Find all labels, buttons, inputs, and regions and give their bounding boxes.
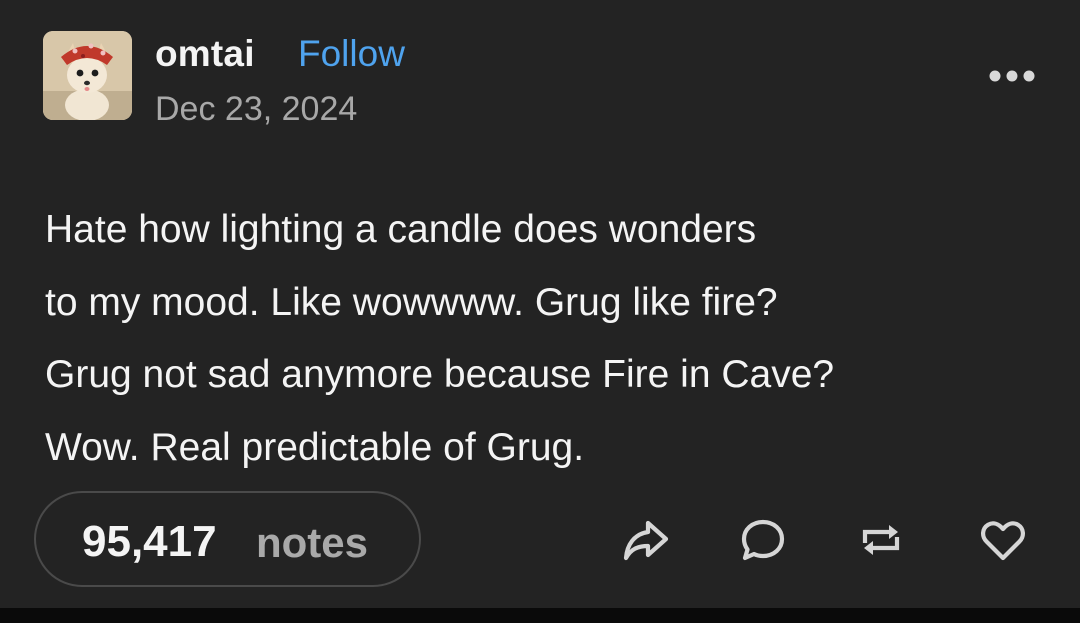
post-author-username[interactable]: omtai bbox=[155, 33, 255, 75]
reblog-button[interactable] bbox=[855, 514, 907, 566]
reblog-icon bbox=[862, 525, 900, 555]
more-options-button[interactable] bbox=[986, 62, 1038, 90]
notes-count: 95,417 bbox=[82, 517, 217, 566]
reply-button[interactable] bbox=[737, 514, 789, 566]
post-text-line: Grug not sad anymore because Fire in Cav… bbox=[45, 353, 835, 396]
post-text-line: Hate how lighting a candle does wonders bbox=[45, 208, 757, 251]
share-button[interactable] bbox=[620, 514, 672, 566]
post-text-line: to my mood. Like wowwww. Grug like fire? bbox=[45, 280, 778, 324]
chihuahua-avatar-icon bbox=[43, 31, 132, 120]
more-horizontal-icon bbox=[989, 70, 1035, 82]
bottom-divider bbox=[0, 608, 1080, 623]
avatar[interactable] bbox=[43, 31, 132, 120]
post-body-text: Hate how lighting a candle does wonders … bbox=[45, 194, 1045, 484]
like-button[interactable] bbox=[977, 514, 1029, 566]
post-text-line: Wow. Real predictable of Grug. bbox=[45, 425, 585, 469]
notes-label: notes bbox=[256, 519, 369, 566]
post-date: Dec 23, 2024 bbox=[155, 90, 358, 128]
comment-bubble-icon bbox=[741, 519, 785, 561]
notes-button[interactable]: 95,417 notes bbox=[34, 491, 421, 587]
share-arrow-icon bbox=[623, 520, 669, 561]
follow-button[interactable]: Follow bbox=[298, 33, 405, 75]
heart-icon bbox=[981, 521, 1025, 561]
post-card: omtai Follow Dec 23, 2024 Hate how light… bbox=[0, 0, 1080, 608]
